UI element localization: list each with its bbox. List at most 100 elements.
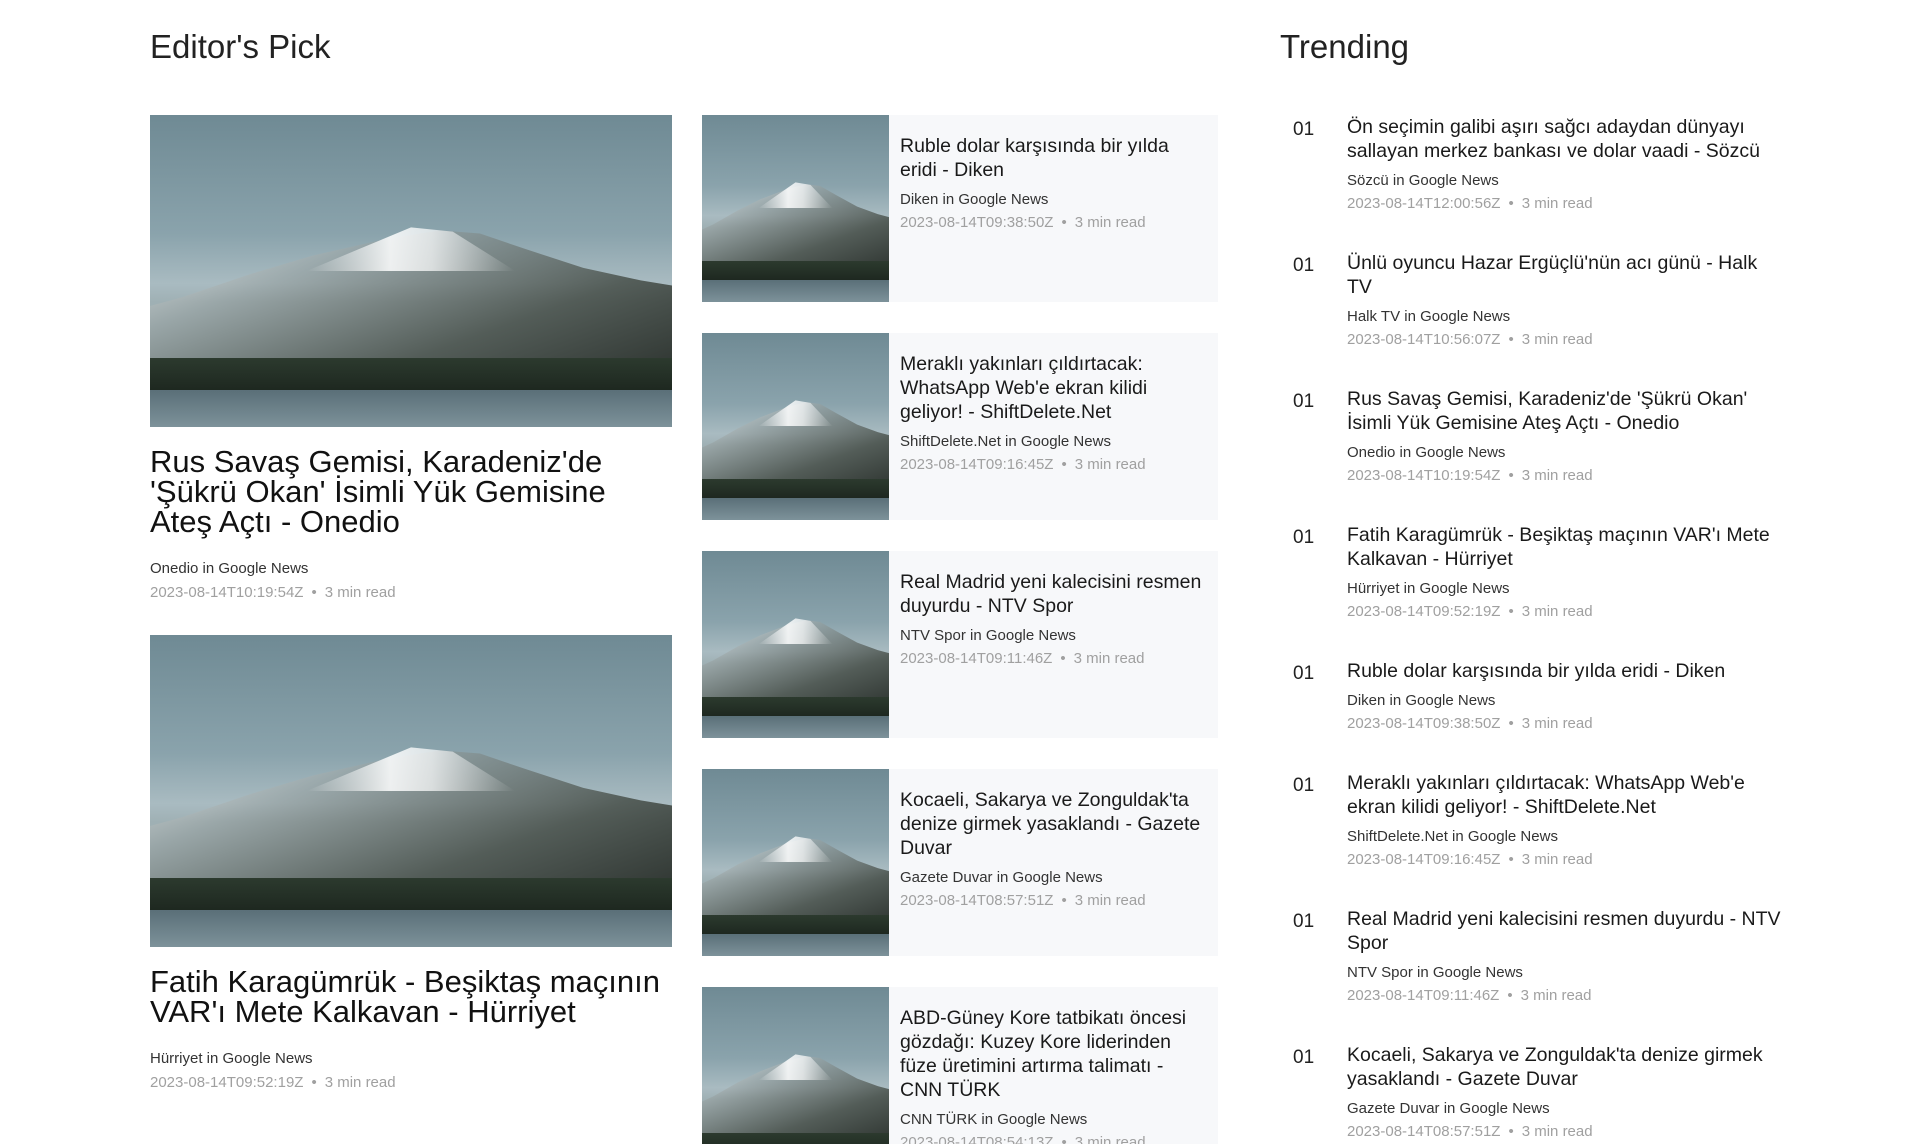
article-source: Hürriyet in Google News bbox=[150, 1050, 313, 1067]
trending-source: Halk TV in Google News bbox=[1347, 308, 1511, 325]
trending-rank: 01 bbox=[1293, 1047, 1315, 1068]
article-source: NTV Spor in Google News bbox=[900, 627, 1076, 644]
separator-dot: • bbox=[1508, 331, 1514, 348]
article-thumbnail[interactable] bbox=[702, 987, 889, 1144]
separator-dot: • bbox=[1061, 456, 1067, 473]
article-title[interactable]: Real Madrid yeni kalecisini resmen duyur… bbox=[900, 570, 1210, 618]
trending-rank: 01 bbox=[1293, 391, 1315, 412]
trending-title[interactable]: Kocaeli, Sakarya ve Zonguldak'ta denize … bbox=[1347, 1043, 1787, 1091]
article-card[interactable]: Real Madrid yeni kalecisini resmen duyur… bbox=[702, 551, 1218, 738]
trending-title[interactable]: Fatih Karagümrük - Beşiktaş maçının VAR'… bbox=[1347, 523, 1787, 571]
article-read-time: 3 min read bbox=[324, 584, 396, 601]
article-date: 2023-08-14T08:57:51Z bbox=[900, 892, 1054, 909]
trending-read-time: 3 min read bbox=[1521, 195, 1593, 212]
trending-rank: 01 bbox=[1293, 119, 1315, 140]
trending-source: Gazete Duvar in Google News bbox=[1347, 1100, 1550, 1117]
article-thumbnail[interactable] bbox=[150, 635, 672, 947]
article-title[interactable]: Meraklı yakınları çıldırtacak: WhatsApp … bbox=[900, 352, 1210, 424]
article-date: 2023-08-14T09:52:19Z bbox=[150, 1074, 304, 1091]
trending-title[interactable]: Ön seçimin galibi aşırı sağcı adaydan dü… bbox=[1347, 115, 1787, 163]
trending-read-time: 3 min read bbox=[1521, 603, 1593, 620]
trending-date: 2023-08-14T09:38:50Z bbox=[1347, 715, 1501, 732]
trending-source: Onedio in Google News bbox=[1347, 444, 1506, 461]
trending-meta: 2023-08-14T12:00:56Z • 3 min read bbox=[1347, 195, 1787, 212]
separator-dot: • bbox=[1508, 467, 1514, 484]
trending-title[interactable]: Meraklı yakınları çıldırtacak: WhatsApp … bbox=[1347, 771, 1787, 819]
trending-title[interactable]: Ruble dolar karşısında bir yılda eridi -… bbox=[1347, 659, 1787, 683]
article-source: ShiftDelete.Net in Google News bbox=[900, 433, 1111, 450]
article-source: CNN TÜRK in Google News bbox=[900, 1111, 1088, 1128]
article-card[interactable]: ABD-Güney Kore tatbikatı öncesi gözdağı:… bbox=[702, 987, 1218, 1144]
trending-source: NTV Spor in Google News bbox=[1347, 964, 1523, 981]
article-read-time: 3 min read bbox=[1074, 892, 1146, 909]
separator-dot: • bbox=[1508, 851, 1514, 868]
article-thumbnail[interactable] bbox=[702, 551, 889, 738]
article-thumbnail[interactable] bbox=[702, 769, 889, 956]
editors-pick-heading: Editor's Pick bbox=[150, 28, 331, 65]
article-meta: 2023-08-14T09:52:19Z • 3 min read bbox=[150, 1074, 672, 1091]
article-meta: 2023-08-14T09:11:46Z • 3 min read bbox=[900, 650, 1210, 667]
trending-date: 2023-08-14T09:52:19Z bbox=[1347, 603, 1501, 620]
article-read-time: 3 min read bbox=[1073, 650, 1145, 667]
article-meta: 2023-08-14T09:16:45Z • 3 min read bbox=[900, 456, 1210, 473]
article-date: 2023-08-14T08:54:13Z bbox=[900, 1134, 1054, 1144]
article-meta: 2023-08-14T08:54:13Z • 3 min read bbox=[900, 1134, 1210, 1144]
article-read-time: 3 min read bbox=[1074, 1134, 1146, 1144]
trending-read-time: 3 min read bbox=[1521, 1123, 1593, 1140]
article-date: 2023-08-14T09:38:50Z bbox=[900, 214, 1054, 231]
trending-meta: 2023-08-14T10:56:07Z • 3 min read bbox=[1347, 331, 1787, 348]
article-date: 2023-08-14T10:19:54Z bbox=[150, 584, 304, 601]
article-title[interactable]: Ruble dolar karşısında bir yılda eridi -… bbox=[900, 134, 1210, 182]
article-title[interactable]: Kocaeli, Sakarya ve Zonguldak'ta denize … bbox=[900, 788, 1210, 860]
news-page: Editor's Pick Trending Rus Savaş Gemisi,… bbox=[0, 0, 1920, 1144]
article-thumbnail[interactable] bbox=[702, 115, 889, 302]
trending-date: 2023-08-14T12:00:56Z bbox=[1347, 195, 1501, 212]
article-card[interactable]: Kocaeli, Sakarya ve Zonguldak'ta denize … bbox=[702, 769, 1218, 956]
separator-dot: • bbox=[1060, 650, 1066, 667]
trending-source: Diken in Google News bbox=[1347, 692, 1496, 709]
featured-article-card[interactable]: Rus Savaş Gemisi, Karadeniz'de 'Şükrü Ok… bbox=[150, 115, 672, 601]
article-date: 2023-08-14T09:11:46Z bbox=[900, 650, 1053, 667]
trending-meta: 2023-08-14T10:19:54Z • 3 min read bbox=[1347, 467, 1787, 484]
featured-article-card[interactable]: Fatih Karagümrük - Beşiktaş maçının VAR'… bbox=[150, 635, 672, 1091]
separator-dot: • bbox=[1061, 892, 1067, 909]
trending-source: Sözcü in Google News bbox=[1347, 172, 1499, 189]
article-title[interactable]: Fatih Karagümrük - Beşiktaş maçının VAR'… bbox=[150, 966, 672, 1027]
trending-source: ShiftDelete.Net in Google News bbox=[1347, 828, 1558, 845]
separator-dot: • bbox=[1508, 603, 1514, 620]
separator-dot: • bbox=[1507, 987, 1513, 1004]
trending-title[interactable]: Ünlü oyuncu Hazar Ergüçlü'nün acı günü -… bbox=[1347, 251, 1787, 299]
trending-read-time: 3 min read bbox=[1521, 467, 1593, 484]
trending-read-time: 3 min read bbox=[1521, 331, 1593, 348]
trending-meta: 2023-08-14T09:38:50Z • 3 min read bbox=[1347, 715, 1787, 732]
article-read-time: 3 min read bbox=[324, 1074, 396, 1091]
separator-dot: • bbox=[311, 1074, 317, 1091]
trending-rank: 01 bbox=[1293, 255, 1315, 276]
trending-source: Hürriyet in Google News bbox=[1347, 580, 1510, 597]
trending-read-time: 3 min read bbox=[1521, 715, 1593, 732]
article-card[interactable]: Meraklı yakınları çıldırtacak: WhatsApp … bbox=[702, 333, 1218, 520]
trending-rank: 01 bbox=[1293, 911, 1315, 932]
trending-title[interactable]: Real Madrid yeni kalecisini resmen duyur… bbox=[1347, 907, 1787, 955]
trending-title[interactable]: Rus Savaş Gemisi, Karadeniz'de 'Şükrü Ok… bbox=[1347, 387, 1787, 435]
article-thumbnail[interactable] bbox=[702, 333, 889, 520]
separator-dot: • bbox=[311, 584, 317, 601]
trending-date: 2023-08-14T08:57:51Z bbox=[1347, 1123, 1501, 1140]
article-read-time: 3 min read bbox=[1074, 456, 1146, 473]
separator-dot: • bbox=[1061, 214, 1067, 231]
article-meta: 2023-08-14T10:19:54Z • 3 min read bbox=[150, 584, 672, 601]
trending-meta: 2023-08-14T09:11:46Z • 3 min read bbox=[1347, 987, 1787, 1004]
trending-meta: 2023-08-14T09:16:45Z • 3 min read bbox=[1347, 851, 1787, 868]
article-thumbnail[interactable] bbox=[150, 115, 672, 427]
article-source: Gazete Duvar in Google News bbox=[900, 869, 1103, 886]
trending-date: 2023-08-14T10:19:54Z bbox=[1347, 467, 1501, 484]
article-title[interactable]: ABD-Güney Kore tatbikatı öncesi gözdağı:… bbox=[900, 1006, 1210, 1102]
trending-read-time: 3 min read bbox=[1520, 987, 1592, 1004]
trending-read-time: 3 min read bbox=[1521, 851, 1593, 868]
article-title[interactable]: Rus Savaş Gemisi, Karadeniz'de 'Şükrü Ok… bbox=[150, 446, 672, 537]
article-card[interactable]: Ruble dolar karşısında bir yılda eridi -… bbox=[702, 115, 1218, 302]
trending-date: 2023-08-14T09:16:45Z bbox=[1347, 851, 1501, 868]
separator-dot: • bbox=[1508, 195, 1514, 212]
trending-rank: 01 bbox=[1293, 527, 1315, 548]
trending-rank: 01 bbox=[1293, 775, 1315, 796]
